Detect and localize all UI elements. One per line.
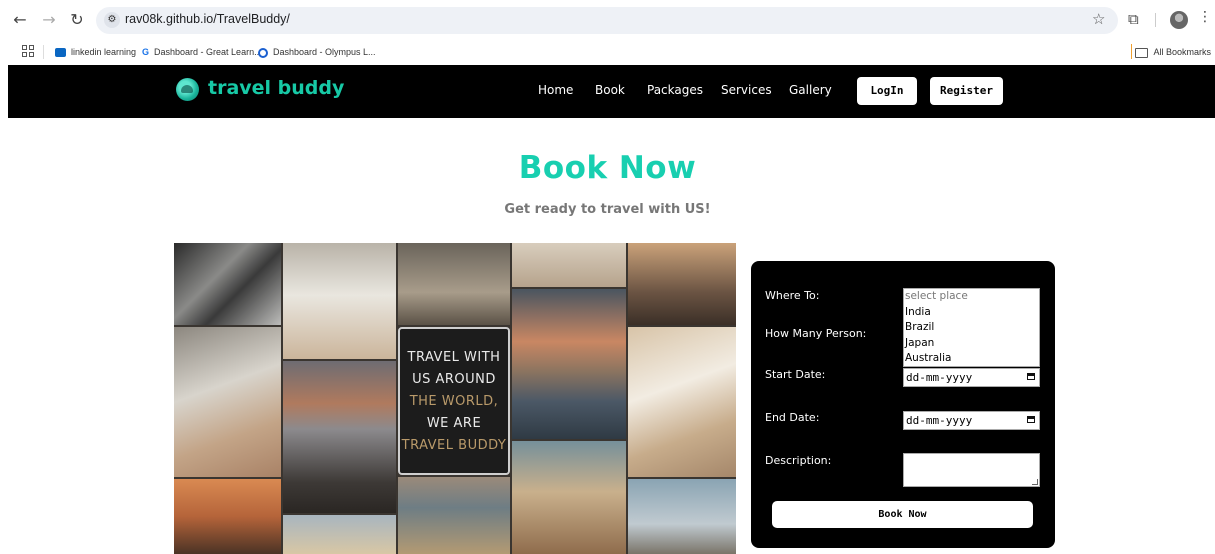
folder-icon xyxy=(1135,47,1149,58)
bookmark-label: linkedin learning xyxy=(71,47,137,57)
book-now-button[interactable]: Book Now xyxy=(772,501,1033,528)
place-placeholder-option[interactable]: select place xyxy=(905,289,1039,305)
bookmark-linkedin-learning[interactable]: linkedin learning xyxy=(55,45,136,59)
nav-link-packages[interactable]: Packages xyxy=(647,83,703,97)
collage-photo xyxy=(628,327,736,477)
register-button[interactable]: Register xyxy=(930,77,1003,105)
all-bookmarks[interactable]: All Bookmarks xyxy=(1135,45,1211,59)
place-select[interactable]: select place India Brazil Japan Australi… xyxy=(903,288,1040,367)
url-text: rav08k.github.io/TravelBuddy/ xyxy=(125,12,290,26)
bookmark-star-icon[interactable]: ☆ xyxy=(1092,10,1105,28)
bookmark-great-learning[interactable]: G Dashboard - Great Learn... xyxy=(142,45,262,59)
quote-line: WE ARE xyxy=(426,416,482,431)
back-arrow-icon[interactable]: ← xyxy=(9,9,31,31)
nav-link-home[interactable]: Home xyxy=(538,83,573,97)
collage-photo xyxy=(174,327,281,477)
great-learning-icon: G xyxy=(142,47,150,57)
collage-photo xyxy=(283,515,396,554)
place-option-australia[interactable]: Australia xyxy=(905,351,1039,366)
nav-link-book[interactable]: Book xyxy=(595,83,625,97)
end-date-input[interactable]: dd-mm-yyyy xyxy=(903,411,1040,430)
reload-icon[interactable]: ↻ xyxy=(66,9,88,31)
collage-photo xyxy=(512,243,626,287)
extensions-icon[interactable]: ⧉ xyxy=(1128,10,1139,28)
forward-arrow-icon[interactable]: → xyxy=(38,9,60,31)
page-title: Book Now xyxy=(518,150,697,186)
login-button[interactable]: LogIn xyxy=(857,77,917,105)
browser-menu-icon[interactable]: ⋮ xyxy=(1198,9,1212,25)
calendar-icon[interactable] xyxy=(1027,416,1035,423)
start-date-value: dd-mm-yyyy xyxy=(906,371,973,384)
linkedin-learning-icon xyxy=(55,48,66,58)
collage-photo xyxy=(283,243,396,359)
travel-collage-image: TRAVEL WITH US AROUND THE WORLD, WE ARE … xyxy=(174,243,736,554)
place-option-india[interactable]: India xyxy=(905,305,1039,321)
description-textarea[interactable] xyxy=(903,453,1040,487)
place-option-japan[interactable]: Japan xyxy=(905,336,1039,352)
logo-text: travel buddy xyxy=(208,77,345,99)
end-date-label: End Date: xyxy=(765,411,820,424)
bookmarks-divider xyxy=(43,45,44,59)
where-to-label: Where To: xyxy=(765,289,820,302)
persons-label: How Many Person: xyxy=(765,327,867,340)
site-info-icon[interactable]: ⚙ xyxy=(104,12,120,28)
booking-form: Where To: How Many Person: select place … xyxy=(751,261,1055,548)
quote-line: THE WORLD, xyxy=(409,394,499,409)
bookmark-olympus[interactable]: Dashboard - Olympus L... xyxy=(258,45,376,59)
nav-link-services[interactable]: Services xyxy=(721,83,772,97)
collage-photo xyxy=(398,477,510,554)
bookmark-label: Dashboard - Olympus L... xyxy=(273,47,376,57)
quote-line: TRAVEL BUDDY xyxy=(401,438,507,453)
olympus-icon xyxy=(258,47,268,58)
collage-photo xyxy=(174,243,281,325)
all-bookmarks-label: All Bookmarks xyxy=(1153,47,1211,57)
address-bar[interactable]: ⚙ rav08k.github.io/TravelBuddy/ ☆ xyxy=(96,7,1118,34)
browser-toolbar: ← → ↻ ⚙ rav08k.github.io/TravelBuddy/ ☆ … xyxy=(0,0,1215,40)
collage-quote-card: TRAVEL WITH US AROUND THE WORLD, WE ARE … xyxy=(398,327,510,475)
quote-line: US AROUND xyxy=(412,372,496,387)
collage-photo xyxy=(512,441,626,554)
start-date-input[interactable]: dd-mm-yyyy xyxy=(903,368,1040,387)
bookmarks-divider xyxy=(1131,44,1132,59)
bookmark-label: Dashboard - Great Learn... xyxy=(154,47,262,57)
collage-photo xyxy=(628,243,736,325)
site-navbar: travel buddy Home Book Packages Services… xyxy=(8,65,1215,118)
resize-grip-icon[interactable] xyxy=(1032,479,1038,485)
start-date-label: Start Date: xyxy=(765,368,826,381)
profile-avatar[interactable] xyxy=(1170,11,1188,29)
globe-logo-icon xyxy=(176,78,199,101)
description-label: Description: xyxy=(765,454,832,467)
page-subtitle: Get ready to travel with US! xyxy=(504,202,711,217)
calendar-icon[interactable] xyxy=(1027,373,1035,380)
collage-photo xyxy=(628,479,736,554)
toolbar-divider xyxy=(1155,13,1156,27)
collage-photo xyxy=(174,479,281,554)
place-option-brazil[interactable]: Brazil xyxy=(905,320,1039,336)
end-date-value: dd-mm-yyyy xyxy=(906,414,973,427)
apps-grid-icon[interactable] xyxy=(22,45,34,57)
collage-photo xyxy=(512,289,626,439)
collage-photo xyxy=(283,361,396,513)
quote-line: TRAVEL WITH xyxy=(407,350,501,365)
nav-link-gallery[interactable]: Gallery xyxy=(789,83,832,97)
bookmarks-bar: linkedin learning G Dashboard - Great Lea… xyxy=(0,40,1215,64)
collage-photo xyxy=(398,243,510,325)
